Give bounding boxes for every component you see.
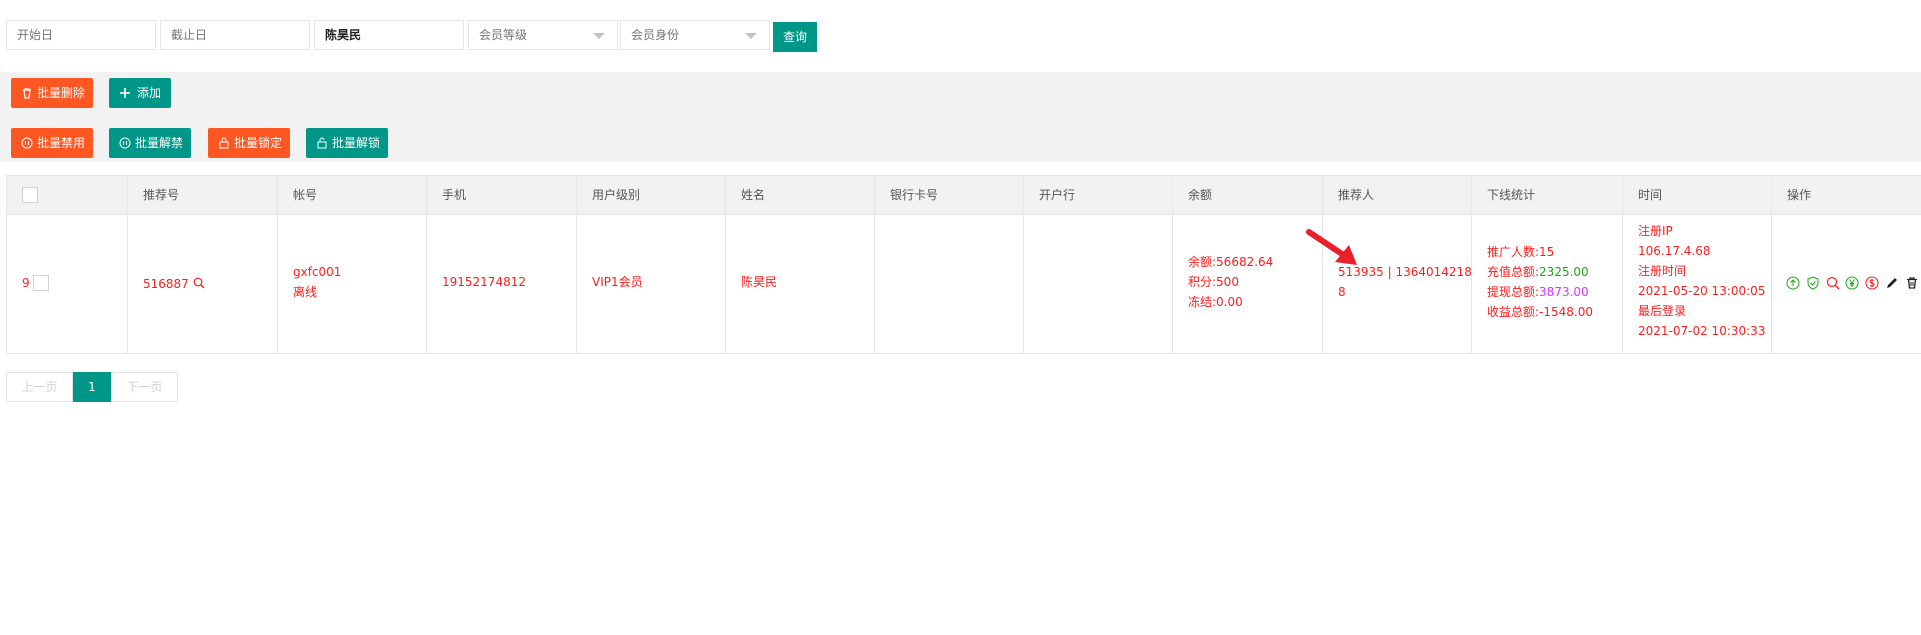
select-all-checkbox[interactable] <box>22 187 38 203</box>
ref-code: 516887 <box>143 277 189 291</box>
start-date-input[interactable]: 开始日 <box>6 20 156 50</box>
header-bank-card: 银行卡号 <box>890 188 939 202</box>
batch-lock-label: 批量锁定 <box>234 136 283 150</box>
withdraw-label: 提现总额: <box>1487 285 1540 299</box>
name-input[interactable]: 陈昊民 <box>314 20 464 50</box>
pause-circle-icon <box>21 137 33 149</box>
header-time: 时间 <box>1638 188 1663 202</box>
header-phone: 手机 <box>442 188 467 202</box>
points: 积分:500 <box>1188 275 1239 289</box>
unlock-icon <box>317 137 327 149</box>
recharge-value: 2325.00 <box>1539 265 1589 279</box>
header-balance: 余额 <box>1188 188 1213 202</box>
header-actions: 操作 <box>1787 188 1812 202</box>
downline-count: 推广人数:15 <box>1487 245 1555 259</box>
trash-icon <box>23 88 31 99</box>
header-level: 用户级别 <box>592 188 641 202</box>
yuan-icon[interactable] <box>1845 276 1859 290</box>
time-cell: 注册IP 106.17.4.68 注册时间 2021-05-20 13:00:0… <box>1638 221 1765 341</box>
account-cell: gxfc001 离线 <box>293 262 341 302</box>
batch-delete-button[interactable]: 批量删除 <box>11 78 94 108</box>
row-checkbox[interactable] <box>33 275 49 291</box>
batch-delete-label: 批量删除 <box>37 86 86 100</box>
frozen: 冻结:0.00 <box>1188 295 1243 309</box>
withdraw-total: 提现总额:3873.00 <box>1487 282 1593 302</box>
header-name: 姓名 <box>741 188 766 202</box>
row-actions <box>1786 275 1921 291</box>
recharge-total: 充值总额:2325.00 <box>1487 262 1593 282</box>
recharge-label: 充值总额: <box>1487 265 1540 279</box>
header-ref-code: 推荐号 <box>143 188 180 202</box>
account-id: gxfc001 <box>293 265 342 279</box>
referrer-line-2: 8 <box>1338 285 1346 299</box>
online-status: 离线 <box>293 285 318 299</box>
dollar-icon[interactable] <box>1865 276 1879 290</box>
batch-enable-button[interactable]: 批量解禁 <box>109 128 192 158</box>
chevron-down-icon <box>593 33 605 39</box>
lock-icon <box>219 137 229 149</box>
chevron-down-icon <box>745 33 757 39</box>
header-account: 帐号 <box>293 188 318 202</box>
balance: 余额:56682.64 <box>1188 255 1274 269</box>
search-icon[interactable] <box>1826 276 1840 290</box>
last-login-label: 最后登录 <box>1638 304 1687 318</box>
name-cell: 陈昊民 <box>741 275 778 289</box>
shield-check-icon[interactable] <box>1806 275 1820 290</box>
annotation-arrow-icon <box>1306 229 1357 265</box>
batch-disable-button[interactable]: 批量禁用 <box>11 128 94 158</box>
reg-time: 2021-05-20 13:00:05 <box>1638 284 1766 298</box>
row-index: 9 <box>22 276 30 290</box>
member-level-select[interactable]: 会员等级 <box>468 20 618 50</box>
batch-unlock-label: 批量解锁 <box>332 136 381 150</box>
prev-page-button[interactable]: 上一页 <box>6 372 73 402</box>
add-button[interactable]: 添加 <box>109 78 172 108</box>
batch-enable-label: 批量解禁 <box>135 136 184 150</box>
member-identity-label: 会员身份 <box>631 28 680 42</box>
trash-icon[interactable] <box>1905 276 1919 290</box>
header-referrer: 推荐人 <box>1338 188 1375 202</box>
pause-circle-icon <box>119 137 131 149</box>
upgrade-icon[interactable] <box>1786 276 1800 290</box>
query-button[interactable]: 查询 <box>773 22 817 52</box>
withdraw-value: 3873.00 <box>1539 285 1589 299</box>
member-identity-select[interactable]: 会员身份 <box>620 20 770 50</box>
last-login: 2021-07-02 10:30:33 <box>1638 324 1766 338</box>
ref-code-cell: 516887 <box>143 274 205 294</box>
edit-icon[interactable] <box>1885 276 1899 290</box>
reg-ip: 106.17.4.68 <box>1638 244 1711 258</box>
balance-cell: 余额:56682.64 积分:500 冻结:0.00 <box>1188 252 1273 312</box>
member-level-label: 会员等级 <box>479 28 528 42</box>
batch-unlock-button[interactable]: 批量解锁 <box>306 128 389 158</box>
plus-icon <box>120 88 130 98</box>
reg-time-label: 注册时间 <box>1638 264 1687 278</box>
next-page-button[interactable]: 下一页 <box>111 372 178 402</box>
reg-ip-label: 注册IP <box>1638 224 1673 238</box>
search-icon[interactable] <box>193 277 205 289</box>
downline-cell: 推广人数:15 充值总额:2325.00 提现总额:3873.00 收益总额:-… <box>1487 242 1593 322</box>
phone-cell: 19152174812 <box>442 275 526 289</box>
toolbar: 批量删除 添加 批量禁用 批量解禁 批量锁定 批量解锁 <box>0 72 1921 162</box>
batch-disable-label: 批量禁用 <box>37 136 86 150</box>
referrer-cell: 513935 | 1364014218 8 <box>1338 262 1472 302</box>
header-bank-branch: 开户行 <box>1039 188 1076 202</box>
batch-lock-button[interactable]: 批量锁定 <box>208 128 291 158</box>
profit-total: 收益总额:-1548.00 <box>1487 305 1593 319</box>
header-downline: 下线统计 <box>1487 188 1536 202</box>
end-date-input[interactable]: 截止日 <box>160 20 310 50</box>
level-cell: VIP1会员 <box>592 275 643 289</box>
add-label: 添加 <box>137 86 162 100</box>
members-table: 推荐号 帐号 手机 用户级别 姓名 银行卡号 开户行 余额 推荐人 下线统计 时… <box>6 175 1921 354</box>
page-1-button[interactable]: 1 <box>73 372 111 402</box>
